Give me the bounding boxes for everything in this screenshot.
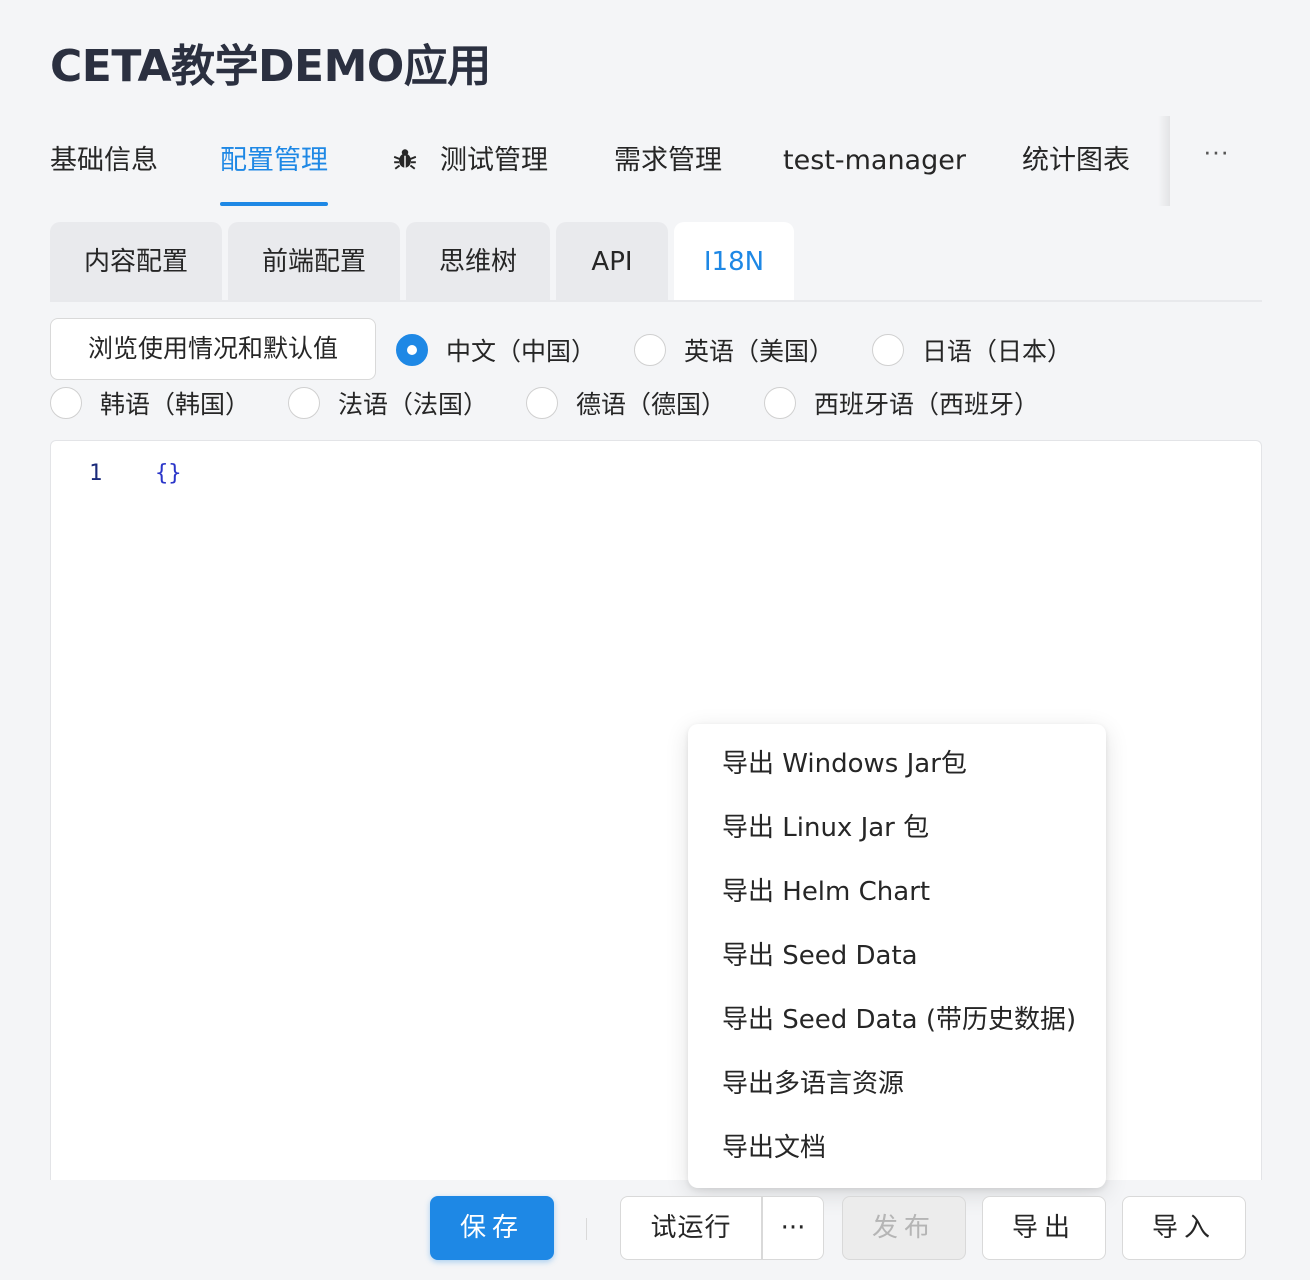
subtab-i18n[interactable]: I18N — [674, 222, 794, 302]
app-title: CETA教学DEMO应用 — [50, 41, 491, 92]
tab-requirement-management[interactable]: 需求管理 — [614, 120, 722, 206]
radio-lang-zh-cn[interactable]: 中文（中国） — [396, 330, 596, 370]
radio-unchecked-icon — [288, 387, 320, 419]
radio-unchecked-icon — [50, 387, 82, 419]
radio-lang-ko-kr[interactable]: 韩语（韩国） — [50, 383, 250, 423]
tab-label: 测试管理 — [440, 145, 548, 176]
tabs-scroll-shadow — [1158, 116, 1170, 206]
menu-item-export-seed-data[interactable]: 导出 Seed Data — [688, 928, 1106, 992]
radio-unchecked-icon — [872, 334, 904, 366]
menu-item-export-linux-jar[interactable]: 导出 Linux Jar 包 — [688, 800, 1106, 864]
trial-run-button[interactable]: 试运行 — [620, 1196, 762, 1260]
publish-button[interactable]: 发布 — [842, 1196, 966, 1260]
radio-label: 西班牙语（西班牙） — [814, 390, 1040, 419]
subtab-content-config[interactable]: 内容配置 — [50, 222, 222, 302]
import-button[interactable]: 导入 — [1122, 1196, 1246, 1260]
tab-label: 基础信息 — [50, 145, 158, 176]
line-number: 1 — [89, 461, 103, 486]
browse-usage-button[interactable]: 浏览使用情况和默认值 — [50, 318, 376, 380]
tab-basic-info[interactable]: 基础信息 — [50, 120, 158, 206]
bug-icon — [393, 149, 417, 170]
export-button[interactable]: 导出 — [982, 1196, 1106, 1260]
radio-label: 法语（法国） — [338, 390, 489, 419]
radio-label: 德语（德国） — [576, 390, 727, 419]
tab-statistics-charts[interactable]: 统计图表 — [1022, 120, 1130, 206]
toolbar-divider — [586, 1218, 587, 1240]
subtab-frontend-config[interactable]: 前端配置 — [228, 222, 400, 302]
subtab-api[interactable]: API — [556, 222, 668, 302]
export-dropdown-menu: 导出 Windows Jar包 导出 Linux Jar 包 导出 Helm C… — [688, 724, 1106, 1188]
main-tabs: 基础信息 配置管理 测试管理 需求管理 test-manager 统计图表 — [50, 120, 1180, 208]
menu-item-export-i18n-resources[interactable]: 导出多语言资源 — [688, 1056, 1106, 1120]
tab-label: 配置管理 — [220, 145, 328, 176]
subtab-mind-tree[interactable]: 思维树 — [406, 222, 550, 302]
code-content[interactable]: {} — [155, 461, 182, 486]
sub-tabs-divider — [50, 300, 1262, 302]
radio-lang-en-us[interactable]: 英语（美国） — [634, 330, 834, 370]
tab-label: test-manager — [783, 145, 966, 176]
radio-unchecked-icon — [764, 387, 796, 419]
tab-test-manager[interactable]: test-manager — [783, 120, 966, 206]
radio-label: 英语（美国） — [684, 337, 835, 366]
save-button[interactable]: 保存 — [430, 1196, 554, 1260]
trial-run-more-button[interactable]: ··· — [762, 1196, 824, 1260]
menu-item-export-windows-jar[interactable]: 导出 Windows Jar包 — [688, 736, 1106, 800]
tab-config-management[interactable]: 配置管理 — [220, 120, 328, 206]
menu-item-export-docs[interactable]: 导出文档 — [688, 1120, 1106, 1184]
menu-item-export-helm-chart[interactable]: 导出 Helm Chart — [688, 864, 1106, 928]
radio-label: 中文（中国） — [446, 337, 597, 366]
tabs-more-button[interactable]: ··· — [1170, 116, 1262, 206]
tab-label: 统计图表 — [1022, 145, 1130, 176]
menu-item-export-seed-data-history[interactable]: 导出 Seed Data (带历史数据) — [688, 992, 1106, 1056]
radio-label: 日语（日本） — [922, 337, 1073, 366]
radio-lang-fr-fr[interactable]: 法语（法国） — [288, 383, 488, 423]
radio-lang-de-de[interactable]: 德语（德国） — [526, 383, 726, 423]
tab-test-management[interactable]: 测试管理 — [392, 120, 548, 206]
radio-unchecked-icon — [634, 334, 666, 366]
radio-label: 韩语（韩国） — [100, 390, 251, 419]
radio-unchecked-icon — [526, 387, 558, 419]
bottom-action-bar: 保存 试运行 ··· 发布 导出 导入 — [0, 1180, 1310, 1280]
radio-lang-ja-jp[interactable]: 日语（日本） — [872, 330, 1072, 370]
tab-label: 需求管理 — [614, 145, 722, 176]
radio-lang-es-es[interactable]: 西班牙语（西班牙） — [764, 383, 1039, 423]
radio-checked-icon — [396, 334, 428, 366]
